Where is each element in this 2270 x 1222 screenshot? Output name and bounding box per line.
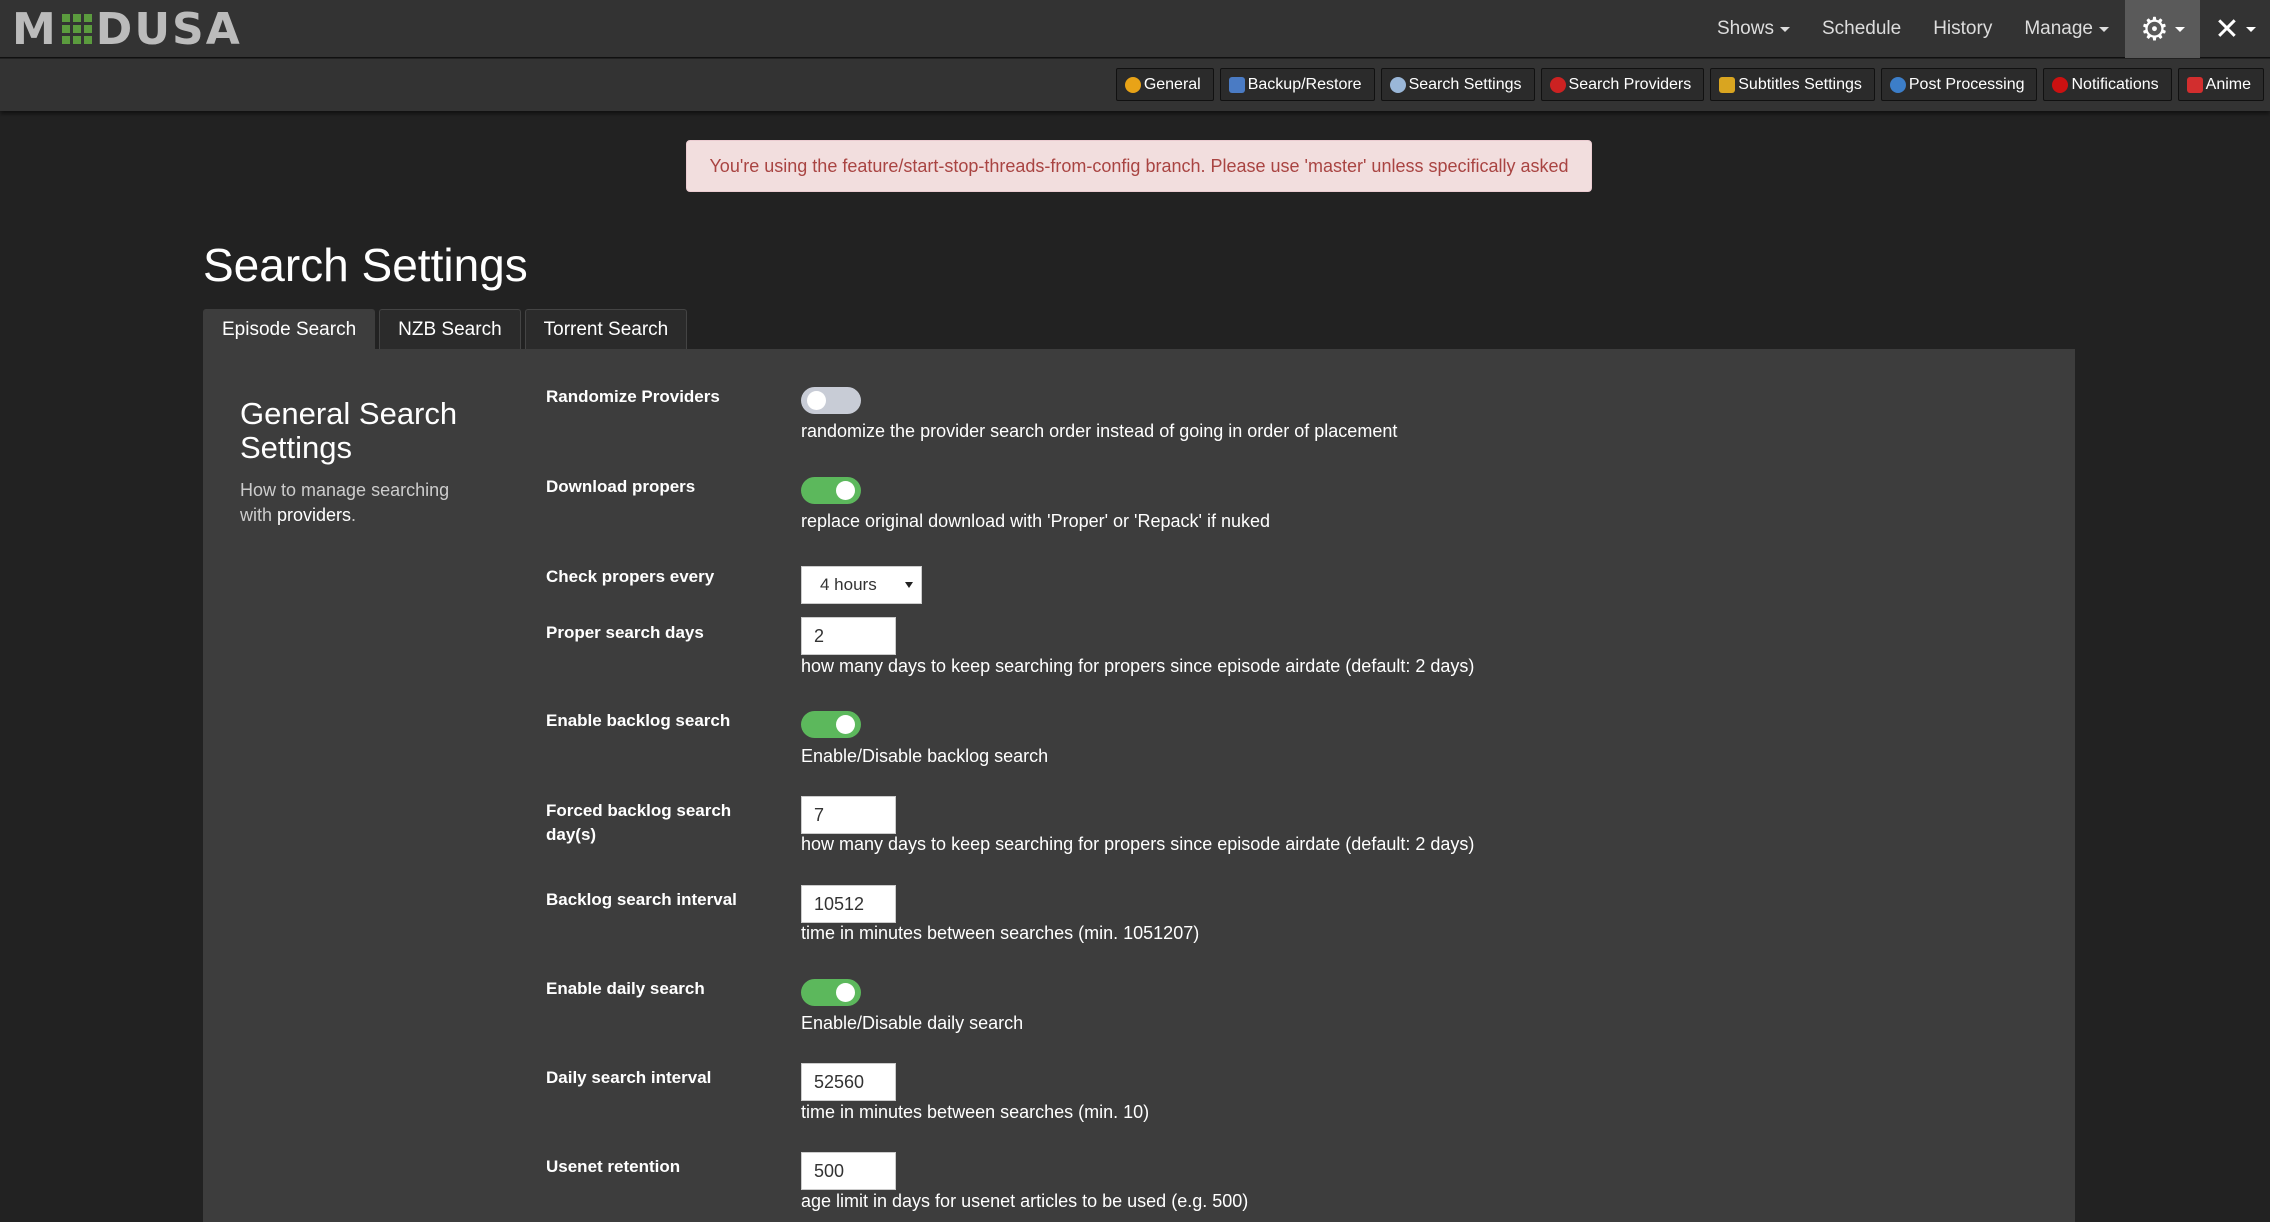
usenet-retention-input[interactable]: 500 — [801, 1152, 896, 1190]
daily-interval-input[interactable]: 52560 — [801, 1063, 896, 1101]
section-title: General Search Settings — [240, 396, 458, 465]
proper-search-days-desc: how many days to keep searching for prop… — [801, 656, 1475, 676]
download-propers-toggle[interactable] — [801, 477, 861, 504]
nav-manage-label: Manage — [2024, 18, 2093, 39]
refresh-icon — [1889, 76, 1906, 93]
backlog-interval-label: Backlog search interval — [546, 890, 737, 909]
subnav-general-label: General — [1143, 75, 1201, 93]
nav-shows-label: Shows — [1716, 18, 1774, 39]
forced-backlog-input[interactable]: 7 — [801, 796, 896, 834]
chevron-down-icon — [905, 582, 913, 588]
nav-config-menu[interactable]: ⚙ — [2125, 0, 2200, 58]
usenet-retention-desc: age limit in days for usenet articles to… — [801, 1191, 1249, 1211]
nav-shows[interactable]: Shows — [1701, 0, 1806, 58]
config-subnav: General Backup/Restore Search Settings S… — [0, 59, 2270, 111]
bell-icon — [2052, 76, 2069, 93]
backlog-interval-input[interactable]: 10512 — [801, 885, 896, 923]
proper-search-days-label: Proper search days — [546, 623, 704, 642]
tab-nzb-search[interactable]: NZB Search — [379, 309, 521, 349]
subnav-notifications[interactable]: Notifications — [2043, 68, 2172, 101]
subnav-subtitles-settings-label: Subtitles Settings — [1738, 75, 1862, 93]
branch-warning-text: You're using the feature/start-stop-thre… — [709, 155, 1569, 176]
randomize-providers-label: Randomize Providers — [546, 387, 720, 406]
subnav-anime-label: Anime — [2205, 75, 2251, 93]
section-desc-suffix: . — [351, 505, 357, 525]
gear-icon: ⚙ — [2140, 11, 2169, 47]
nav-menu: Shows Schedule History Manage ⚙ ✕ — [1701, 0, 2270, 58]
provider-icon — [1549, 76, 1566, 93]
backlog-search-desc: Enable/Disable backlog search — [801, 746, 1049, 766]
toggle-knob — [836, 983, 855, 1002]
forced-backlog-label: Forced backlog search day(s) — [546, 801, 732, 844]
logo-grid-icon — [61, 14, 92, 44]
search-tabs: Episode Search NZB Search Torrent Search — [203, 309, 688, 350]
daily-interval-desc: time in minutes between searches (min. 1… — [801, 1102, 1150, 1122]
subtitles-icon — [1719, 76, 1736, 93]
branch-warning-alert: You're using the feature/start-stop-thre… — [686, 140, 1592, 192]
randomize-providers-desc: randomize the provider search order inst… — [801, 421, 1398, 441]
subnav-general[interactable]: General — [1115, 68, 1214, 101]
toggle-knob — [836, 715, 855, 734]
magnifier-icon — [1389, 76, 1406, 93]
toggle-knob — [836, 481, 855, 500]
subnav-post-processing[interactable]: Post Processing — [1880, 68, 2038, 101]
section-description: How to manage searching with providers. — [240, 478, 480, 528]
nav-history-label: History — [1933, 18, 1993, 39]
nav-schedule-label: Schedule — [1821, 18, 1902, 39]
daily-interval-label: Daily search interval — [546, 1068, 712, 1087]
providers-link[interactable]: providers — [277, 505, 351, 525]
download-propers-label: Download propers — [546, 477, 696, 496]
anime-icon — [2186, 76, 2203, 93]
tab-torrent-search[interactable]: Torrent Search — [524, 309, 688, 349]
toggle-knob — [807, 391, 826, 410]
subnav-backup-restore-label: Backup/Restore — [1247, 75, 1362, 93]
usenet-retention-label: Usenet retention — [546, 1157, 681, 1176]
backlog-interval-desc: time in minutes between searches (min. 1… — [801, 923, 1200, 943]
subnav-post-processing-label: Post Processing — [1908, 75, 2025, 93]
chevron-down-icon — [1779, 26, 1790, 32]
floppy-icon — [1228, 76, 1245, 93]
daily-search-toggle[interactable] — [801, 979, 861, 1006]
episode-search-panel: General Search Settings How to manage se… — [203, 349, 2075, 1222]
nav-tools-menu[interactable]: ✕ — [2200, 0, 2270, 58]
logo-letter-m: M — [12, 3, 58, 55]
subnav-search-settings[interactable]: Search Settings — [1380, 68, 1535, 101]
download-propers-desc: replace original download with 'Proper' … — [801, 511, 1271, 531]
subnav-subtitles-settings[interactable]: Subtitles Settings — [1710, 68, 1875, 101]
daily-search-desc: Enable/Disable daily search — [801, 1013, 1024, 1033]
subnav-search-settings-label: Search Settings — [1408, 75, 1522, 93]
randomize-providers-toggle[interactable] — [801, 387, 861, 414]
proper-search-days-input[interactable]: 2 — [801, 617, 896, 655]
top-navbar: M DUSA Shows Schedule History Manage ⚙ ✕ — [0, 0, 2270, 58]
daily-search-label: Enable daily search — [546, 979, 705, 998]
page-title: Search Settings — [203, 239, 528, 291]
nav-history[interactable]: History — [1917, 0, 2008, 58]
subnav-search-providers[interactable]: Search Providers — [1540, 68, 1705, 101]
subnav-backup-restore[interactable]: Backup/Restore — [1219, 68, 1375, 101]
check-propers-value: 4 hours — [820, 575, 877, 594]
medusa-logo[interactable]: M DUSA — [12, 3, 242, 55]
nav-manage[interactable]: Manage — [2008, 0, 2125, 58]
backlog-search-toggle[interactable] — [801, 711, 861, 738]
subnav-search-providers-label: Search Providers — [1568, 75, 1692, 93]
check-propers-label: Check propers every — [546, 567, 715, 586]
chevron-down-icon — [2174, 26, 2185, 32]
tab-episode-search[interactable]: Episode Search — [203, 309, 376, 350]
subnav-notifications-label: Notifications — [2071, 75, 2159, 93]
gear-icon — [1124, 76, 1141, 93]
tools-icon: ✕ — [2214, 12, 2240, 46]
subnav-anime[interactable]: Anime — [2177, 68, 2264, 101]
nav-schedule[interactable]: Schedule — [1806, 0, 1917, 58]
logo-letters-dusa: DUSA — [95, 3, 242, 55]
check-propers-select[interactable]: 4 hours — [801, 566, 922, 604]
backlog-search-label: Enable backlog search — [546, 711, 731, 730]
forced-backlog-desc: how many days to keep searching for prop… — [801, 834, 1475, 854]
chevron-down-icon — [2245, 26, 2256, 32]
chevron-down-icon — [2099, 26, 2109, 32]
